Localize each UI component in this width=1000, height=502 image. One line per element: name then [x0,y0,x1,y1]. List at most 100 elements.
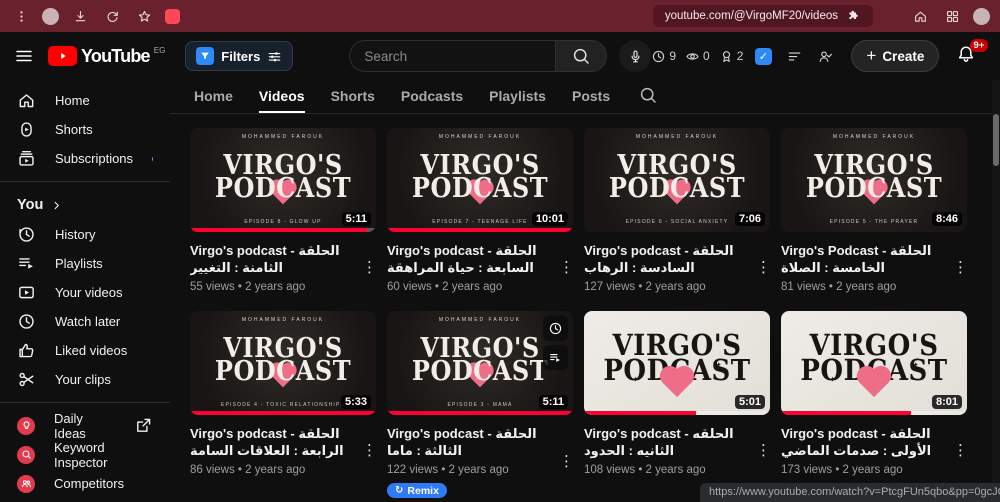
sidebar-item-daily-ideas[interactable]: Daily Ideas [0,411,170,441]
video-card[interactable]: MOHAMMED FAROUK VIRGO'S PODCAST EPISODE 4… [190,311,377,498]
reload-button[interactable] [101,5,123,27]
video-menu-button[interactable]: ⋮ [559,425,574,498]
browser-account-avatar[interactable] [973,7,990,25]
search-bar [349,40,608,72]
video-thumbnail[interactable]: VIRGO'SPODCAST 8:01 [781,311,967,415]
history-icon [17,225,36,244]
vidiq-score-stat[interactable]: 2 [719,49,743,64]
video-menu-button[interactable]: ⋮ [756,242,771,293]
vidiq-clock-stat[interactable]: 9 [651,49,676,64]
sidebar-item-liked-videos[interactable]: Liked videos [0,336,170,365]
video-card[interactable]: VIRGO'SPODCAST 5:01 Virgo's podcast - ال… [584,311,771,498]
sidebar-divider [0,181,170,182]
tab-posts[interactable]: Posts [572,80,610,113]
page-scrollbar[interactable] [992,80,1000,502]
sidebar-item-you[interactable]: You [0,190,170,220]
sort-tools-button[interactable] [783,45,805,67]
video-card[interactable]: MOHAMMED FAROUK VIRGO'S PODCAST EPISODE 6… [584,128,771,293]
sidebar-item-playlists[interactable]: Playlists [0,249,170,278]
sidebar-item-keyword-inspector[interactable]: Keyword Inspector [0,440,170,470]
sidebar-item-shorts[interactable]: Shorts [0,115,170,144]
thumb-artist-text: MOHAMMED FAROUK [438,134,522,140]
downloads-button[interactable] [69,5,91,27]
video-card[interactable]: MOHAMMED FAROUK VIRGO'S PODCAST EPISODE 5… [781,128,968,293]
tab-podcasts[interactable]: Podcasts [401,80,463,113]
video-thumbnail[interactable]: MOHAMMED FAROUK VIRGO'S PODCAST EPISODE 6… [584,128,770,232]
you-label: You [17,197,44,213]
video-thumbnail[interactable]: MOHAMMED FAROUK VIRGO'S PODCAST EPISODE 5… [781,128,967,232]
video-title[interactable]: Virgo's podcast - الحلقه الثانيه : الحدو… [584,425,752,459]
browser-menu-button[interactable] [10,5,32,27]
tab-playlists[interactable]: Playlists [489,80,546,113]
guide-sidebar: Home Shorts Subscriptions You History Pl… [0,80,170,502]
voice-search-button[interactable] [619,40,652,72]
video-card[interactable]: VIRGO'SPODCAST 8:01 Virgo's podcast - ال… [781,311,968,498]
video-thumbnail[interactable]: MOHAMMED FAROUK VIRGO'S PODCAST EPISODE 8… [190,128,376,232]
browser-profile-icon[interactable] [42,7,59,25]
sidebar-item-your-videos[interactable]: Your videos [0,278,170,307]
video-card[interactable]: MOHAMMED FAROUK VIRGO'S PODCAST EPISODE 7… [387,128,574,293]
video-title[interactable]: Virgo's podcast - الحلقة الثالثة : ماما [387,425,555,459]
thumb-artist-text: MOHAMMED FAROUK [635,134,719,140]
bookmark-button[interactable] [133,5,155,27]
filters-button[interactable]: Filters [185,41,294,71]
channel-search-button[interactable] [638,85,658,108]
video-menu-button[interactable]: ⋮ [362,242,377,293]
video-menu-button[interactable]: ⋮ [559,242,574,293]
tab-shorts[interactable]: Shorts [331,80,375,113]
video-menu-button[interactable]: ⋮ [362,425,377,476]
sidebar-item-your-clips[interactable]: Your clips [0,365,170,394]
extension-icon[interactable] [165,8,180,24]
create-button[interactable]: + Create [851,40,940,72]
video-menu-button[interactable]: ⋮ [756,425,771,476]
video-thumbnail[interactable]: MOHAMMED FAROUK VIRGO'S PODCAST EPISODE 3… [387,311,573,415]
remix-badge[interactable]: ↻ Remix [387,483,447,498]
vidiq-views-stat[interactable]: 0 [685,49,710,64]
masthead-right: 9 0 2 ✓ + Create 9+ [651,39,1000,72]
thumb-title-line: PODCAST [608,171,746,204]
sidebar-item-history[interactable]: History [0,220,170,249]
youtube-logo[interactable]: YouTube EG [48,46,165,66]
search-input[interactable] [349,40,556,72]
sidebar-item-watch-later[interactable]: Watch later [0,307,170,336]
channel-content: Home Videos Shorts Podcasts Playlists Po… [170,80,1000,502]
sidebar-item-home[interactable]: Home [0,86,170,115]
notifications-button[interactable]: 9+ [956,39,989,68]
address-bar[interactable]: youtube.com/@VirgoMF20/videos [652,5,873,27]
video-title[interactable]: Virgo's podcast - الحلقة الثامنة : التغي… [190,242,358,276]
kebab-menu-icon [14,9,29,24]
sidebar-label: Watch later [55,314,121,329]
video-card[interactable]: MOHAMMED FAROUK VIRGO'S PODCAST EPISODE 3… [387,311,574,498]
watch-later-button[interactable] [543,316,568,341]
bulb-icon [17,416,35,435]
guide-menu-button[interactable] [14,43,34,69]
video-title[interactable]: Virgo's podcast - الحلقة السادسة : الرها… [584,242,752,276]
video-thumbnail[interactable]: MOHAMMED FAROUK VIRGO'S PODCAST EPISODE 7… [387,128,573,232]
video-menu-button[interactable]: ⋮ [953,425,968,476]
video-thumbnail[interactable]: MOHAMMED FAROUK VIRGO'S PODCAST EPISODE 4… [190,311,376,415]
sidebar-item-trend-alerts[interactable]: Trend Alerts [0,498,170,502]
tab-videos[interactable]: Videos [258,80,305,113]
video-meta: 173 views • 2 years ago [781,464,903,476]
puzzle-extension-icon[interactable] [846,9,861,24]
member-tools-button[interactable] [814,45,836,67]
search-button[interactable] [555,40,608,72]
vidiq-button[interactable]: ✓ [752,45,774,67]
browser-apps-button[interactable] [941,5,963,27]
video-title[interactable]: Virgo's Podcast - الحلقة الخامسة : الصلا… [781,242,949,276]
video-title[interactable]: Virgo's podcast - الحلقة السابعة : حياة … [387,242,555,276]
sidebar-item-competitors[interactable]: Competitors [0,469,170,498]
add-to-queue-button[interactable] [543,345,568,370]
video-card[interactable]: MOHAMMED FAROUK VIRGO'S PODCAST EPISODE 8… [190,128,377,293]
browser-home-button[interactable] [909,5,931,27]
video-thumbnail[interactable]: VIRGO'SPODCAST 5:01 [584,311,770,415]
duration-badge: 5:11 [341,212,371,226]
video-title[interactable]: Virgo's podcast - الحلقة الرابعة : العلا… [190,425,358,459]
sidebar-item-subscriptions[interactable]: Subscriptions [0,144,170,173]
video-title[interactable]: Virgo's podcast - الحلقة الأولى : صدمات … [781,425,949,459]
scrollbar-thumb[interactable] [993,114,999,166]
list-sort-icon [787,49,802,64]
tab-home[interactable]: Home [194,80,233,113]
watch-later-icon [17,312,36,331]
video-menu-button[interactable]: ⋮ [953,242,968,293]
